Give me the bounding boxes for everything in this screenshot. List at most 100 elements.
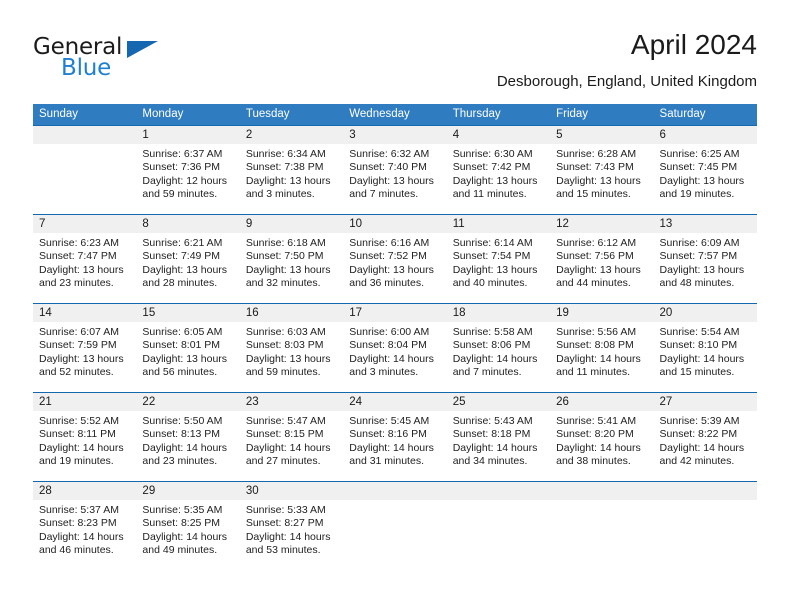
day-number[interactable]: 15 bbox=[136, 304, 239, 322]
page-header: General Blue April 2024 Desborough, Engl… bbox=[33, 28, 757, 98]
day-cell[interactable] bbox=[33, 144, 136, 214]
day-cell[interactable]: Sunrise: 5:47 AM Sunset: 8:15 PM Dayligh… bbox=[240, 411, 343, 481]
day-number[interactable]: 28 bbox=[33, 482, 136, 500]
day-number-band: 28 29 30 bbox=[33, 482, 757, 500]
day-cell[interactable]: Sunrise: 6:28 AM Sunset: 7:43 PM Dayligh… bbox=[550, 144, 653, 214]
day-number[interactable]: 5 bbox=[550, 126, 653, 144]
day-number[interactable]: 26 bbox=[550, 393, 653, 411]
sunrise-text: Sunrise: 5:45 AM bbox=[349, 415, 430, 427]
calendar-table: Sunday Monday Tuesday Wednesday Thursday… bbox=[33, 104, 757, 570]
day-number[interactable]: 10 bbox=[343, 215, 446, 233]
day-cell[interactable]: Sunrise: 6:32 AM Sunset: 7:40 PM Dayligh… bbox=[343, 144, 446, 214]
day-number[interactable]: 16 bbox=[240, 304, 343, 322]
day-number[interactable]: 18 bbox=[447, 304, 550, 322]
day-cell[interactable] bbox=[654, 500, 757, 570]
sunset-text: Sunset: 7:49 PM bbox=[142, 250, 221, 263]
day-cell[interactable]: Sunrise: 5:35 AM Sunset: 8:25 PM Dayligh… bbox=[136, 500, 239, 570]
day-number[interactable] bbox=[550, 482, 653, 500]
day-cell[interactable]: Sunrise: 6:09 AM Sunset: 7:57 PM Dayligh… bbox=[654, 233, 757, 303]
daylight-text-line1: Daylight: 14 hours bbox=[39, 441, 124, 454]
day-number[interactable]: 3 bbox=[343, 126, 446, 144]
day-cell[interactable] bbox=[343, 500, 446, 570]
daylight-text-line2: and 53 minutes. bbox=[245, 544, 321, 557]
sunrise-text: Sunrise: 6:34 AM bbox=[245, 148, 326, 160]
day-cell[interactable]: Sunrise: 6:12 AM Sunset: 7:56 PM Dayligh… bbox=[550, 233, 653, 303]
sunrise-text: Sunrise: 5:47 AM bbox=[245, 415, 326, 427]
day-cell[interactable] bbox=[447, 500, 550, 570]
day-number[interactable]: 22 bbox=[136, 393, 239, 411]
daylight-text-line1: Daylight: 14 hours bbox=[39, 530, 124, 543]
day-number[interactable] bbox=[654, 482, 757, 500]
sunset-text: Sunset: 7:54 PM bbox=[452, 250, 531, 263]
day-number[interactable]: 4 bbox=[447, 126, 550, 144]
sunset-text: Sunset: 7:57 PM bbox=[659, 250, 738, 263]
daylight-text-line2: and 19 minutes. bbox=[39, 455, 114, 468]
day-number[interactable]: 1 bbox=[136, 126, 239, 144]
day-number[interactable]: 8 bbox=[136, 215, 239, 233]
day-cell[interactable]: Sunrise: 6:05 AM Sunset: 8:01 PM Dayligh… bbox=[136, 322, 239, 392]
day-number[interactable]: 30 bbox=[240, 482, 343, 500]
day-number[interactable]: 29 bbox=[136, 482, 239, 500]
sunrise-text: Sunrise: 6:30 AM bbox=[452, 148, 533, 160]
day-cell[interactable]: Sunrise: 6:37 AM Sunset: 7:36 PM Dayligh… bbox=[136, 144, 239, 214]
weekday-header-row: Sunday Monday Tuesday Wednesday Thursday… bbox=[33, 104, 757, 125]
day-number[interactable]: 20 bbox=[654, 304, 757, 322]
day-number[interactable]: 21 bbox=[33, 393, 136, 411]
sunrise-text: Sunrise: 6:37 AM bbox=[142, 148, 223, 160]
day-number[interactable]: 24 bbox=[343, 393, 446, 411]
day-cell[interactable]: Sunrise: 5:33 AM Sunset: 8:27 PM Dayligh… bbox=[240, 500, 343, 570]
day-number[interactable]: 27 bbox=[654, 393, 757, 411]
day-number[interactable]: 6 bbox=[654, 126, 757, 144]
day-cell[interactable]: Sunrise: 5:56 AM Sunset: 8:08 PM Dayligh… bbox=[550, 322, 653, 392]
day-number[interactable]: 12 bbox=[550, 215, 653, 233]
day-number[interactable]: 14 bbox=[33, 304, 136, 322]
day-cell[interactable]: Sunrise: 5:50 AM Sunset: 8:13 PM Dayligh… bbox=[136, 411, 239, 481]
day-cell[interactable]: Sunrise: 6:23 AM Sunset: 7:47 PM Dayligh… bbox=[33, 233, 136, 303]
day-cell[interactable]: Sunrise: 6:00 AM Sunset: 8:04 PM Dayligh… bbox=[343, 322, 446, 392]
day-number[interactable]: 9 bbox=[240, 215, 343, 233]
daylight-text-line1: Daylight: 14 hours bbox=[452, 441, 538, 454]
day-detail-band: Sunrise: 5:52 AM Sunset: 8:11 PM Dayligh… bbox=[33, 411, 757, 481]
day-cell[interactable]: Sunrise: 5:54 AM Sunset: 8:10 PM Dayligh… bbox=[654, 322, 757, 392]
day-number[interactable]: 23 bbox=[240, 393, 343, 411]
day-cell[interactable]: Sunrise: 5:43 AM Sunset: 8:18 PM Dayligh… bbox=[447, 411, 550, 481]
day-cell[interactable]: Sunrise: 5:52 AM Sunset: 8:11 PM Dayligh… bbox=[33, 411, 136, 481]
day-cell[interactable]: Sunrise: 6:14 AM Sunset: 7:54 PM Dayligh… bbox=[447, 233, 550, 303]
day-number[interactable]: 19 bbox=[550, 304, 653, 322]
day-cell[interactable]: Sunrise: 6:30 AM Sunset: 7:42 PM Dayligh… bbox=[447, 144, 550, 214]
day-number[interactable] bbox=[447, 482, 550, 500]
day-cell[interactable]: Sunrise: 6:25 AM Sunset: 7:45 PM Dayligh… bbox=[654, 144, 757, 214]
sunset-text: Sunset: 7:50 PM bbox=[245, 250, 324, 263]
daylight-text-line1: Daylight: 14 hours bbox=[556, 352, 641, 365]
daylight-text-line1: Daylight: 13 hours bbox=[556, 174, 641, 187]
general-blue-logo[interactable]: General Blue bbox=[33, 34, 163, 90]
day-cell[interactable]: Sunrise: 6:07 AM Sunset: 7:59 PM Dayligh… bbox=[33, 322, 136, 392]
day-number[interactable]: 17 bbox=[343, 304, 446, 322]
daylight-text-line1: Daylight: 14 hours bbox=[142, 530, 228, 543]
day-cell[interactable]: Sunrise: 6:34 AM Sunset: 7:38 PM Dayligh… bbox=[240, 144, 343, 214]
daylight-text-line1: Daylight: 14 hours bbox=[245, 530, 331, 543]
day-cell[interactable]: Sunrise: 6:18 AM Sunset: 7:50 PM Dayligh… bbox=[240, 233, 343, 303]
sunset-text: Sunset: 7:38 PM bbox=[245, 161, 324, 174]
day-cell[interactable]: Sunrise: 5:37 AM Sunset: 8:23 PM Dayligh… bbox=[33, 500, 136, 570]
day-cell[interactable]: Sunrise: 5:39 AM Sunset: 8:22 PM Dayligh… bbox=[654, 411, 757, 481]
daylight-text-line2: and 15 minutes. bbox=[659, 366, 735, 379]
day-cell[interactable]: Sunrise: 5:58 AM Sunset: 8:06 PM Dayligh… bbox=[447, 322, 550, 392]
day-cell[interactable] bbox=[550, 500, 653, 570]
day-cell[interactable]: Sunrise: 6:03 AM Sunset: 8:03 PM Dayligh… bbox=[240, 322, 343, 392]
day-number[interactable]: 7 bbox=[33, 215, 136, 233]
daylight-text-line2: and 52 minutes. bbox=[39, 366, 114, 379]
day-number[interactable]: 11 bbox=[447, 215, 550, 233]
day-number[interactable]: 2 bbox=[240, 126, 343, 144]
daylight-text-line2: and 42 minutes. bbox=[659, 455, 735, 468]
day-cell[interactable]: Sunrise: 5:41 AM Sunset: 8:20 PM Dayligh… bbox=[550, 411, 653, 481]
sunrise-text: Sunrise: 5:50 AM bbox=[142, 415, 223, 427]
day-number[interactable] bbox=[33, 126, 136, 144]
day-cell[interactable]: Sunrise: 6:16 AM Sunset: 7:52 PM Dayligh… bbox=[343, 233, 446, 303]
day-cell[interactable]: Sunrise: 5:45 AM Sunset: 8:16 PM Dayligh… bbox=[343, 411, 446, 481]
day-cell[interactable]: Sunrise: 6:21 AM Sunset: 7:49 PM Dayligh… bbox=[136, 233, 239, 303]
day-number[interactable]: 13 bbox=[654, 215, 757, 233]
day-number[interactable]: 25 bbox=[447, 393, 550, 411]
sunrise-text: Sunrise: 6:09 AM bbox=[659, 237, 740, 249]
day-number[interactable] bbox=[343, 482, 446, 500]
